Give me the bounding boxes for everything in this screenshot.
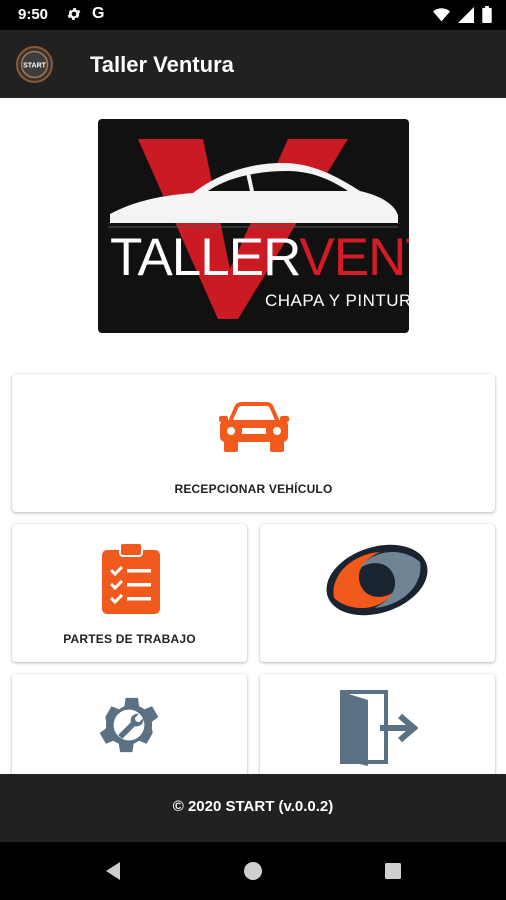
footer-text: © 2020 START (v.0.0.2)	[172, 798, 334, 815]
brand-word-ventura: VENTURA	[299, 228, 409, 287]
recents-icon[interactable]	[382, 860, 404, 882]
wrench-gear-icon	[99, 697, 159, 753]
exit-button[interactable]	[260, 674, 495, 774]
start-logo-button[interactable]	[260, 524, 495, 662]
car-icon	[219, 402, 289, 452]
partes-de-trabajo-label: PARTES DE TRABAJO	[63, 632, 196, 646]
app-logo: START	[16, 46, 53, 83]
app-bar: START Taller Ventura	[0, 30, 506, 98]
footer: © 2020 START (v.0.0.2)	[0, 774, 506, 842]
signal-icon	[458, 6, 474, 23]
main-content[interactable]: TALLERVENTURA CHAPA Y PINTURA RECEPCIONA…	[0, 98, 506, 774]
recepcionar-vehiculo-button[interactable]: RECEPCIONAR VEHÍCULO	[12, 374, 495, 512]
back-icon[interactable]	[102, 860, 124, 882]
brand-logo: TALLERVENTURA CHAPA Y PINTURA	[98, 119, 409, 333]
navigation-bar	[0, 842, 506, 900]
recepcionar-vehiculo-label: RECEPCIONAR VEHÍCULO	[174, 482, 333, 496]
app-logo-text: START	[23, 63, 47, 70]
exit-door-icon	[340, 690, 418, 766]
status-bar: 9:50 G	[0, 0, 506, 30]
brand-name: TALLERVENTURA	[110, 227, 409, 288]
google-icon: G	[92, 5, 105, 22]
settings-button[interactable]	[12, 674, 247, 774]
start-logo-icon: START	[20, 50, 49, 79]
status-system-icons	[433, 6, 492, 23]
gear-icon	[67, 8, 81, 20]
partes-de-trabajo-button[interactable]: PARTES DE TRABAJO	[12, 524, 247, 662]
status-notification-icons: G	[66, 5, 104, 23]
battery-icon	[482, 6, 492, 23]
status-time: 9:50	[18, 6, 49, 23]
brand-tagline: CHAPA Y PINTURA	[265, 291, 409, 310]
swirl-logo-icon	[326, 544, 428, 616]
clipboard-checklist-icon	[102, 542, 160, 614]
wifi-icon	[433, 7, 450, 21]
app-title: Taller Ventura	[90, 52, 234, 77]
home-icon[interactable]	[242, 860, 264, 882]
brand-word-taller: TALLER	[110, 228, 300, 287]
